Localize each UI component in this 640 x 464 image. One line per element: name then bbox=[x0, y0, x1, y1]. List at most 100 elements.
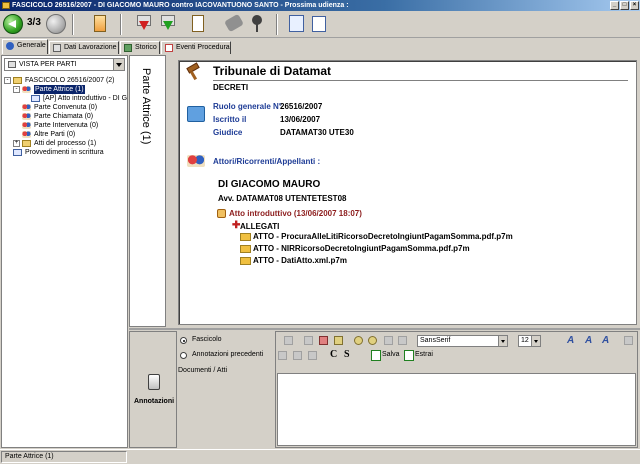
window-title: FASCICOLO 26516/2007 - DI GIACOMO MAURO … bbox=[12, 2, 349, 9]
tree-node-label: Parte Attrice (1) bbox=[34, 85, 85, 94]
font-size-select[interactable]: 12 bbox=[518, 335, 541, 347]
edit-note-icon[interactable] bbox=[289, 15, 304, 32]
document-icon[interactable] bbox=[192, 15, 204, 32]
s-format-button[interactable]: S bbox=[344, 349, 350, 360]
detail-panel: Tribunale di Datamat DECRETI Ruolo gener… bbox=[178, 60, 637, 325]
main-toolbar: 3/3 bbox=[0, 11, 640, 38]
horizontal-splitter[interactable] bbox=[129, 328, 640, 330]
font-grow-icon[interactable]: A bbox=[585, 335, 592, 346]
people-icon bbox=[22, 122, 31, 129]
atto-link[interactable]: Atto introduttivo (13/06/2007 18:07) bbox=[229, 209, 362, 218]
settings-icon[interactable] bbox=[624, 336, 633, 345]
title-divider bbox=[213, 80, 628, 81]
font-shrink-icon[interactable]: A bbox=[602, 335, 609, 346]
print-icon[interactable] bbox=[284, 336, 293, 345]
calendar-icon bbox=[165, 44, 173, 52]
download-green-icon[interactable] bbox=[159, 15, 177, 33]
save-button[interactable]: Salva bbox=[371, 350, 400, 361]
download-red-icon[interactable] bbox=[135, 15, 153, 33]
tree-node-label: Parte Intervenuta (0) bbox=[34, 122, 99, 129]
cut-icon[interactable] bbox=[319, 336, 328, 345]
fascicolo-icon[interactable] bbox=[94, 15, 106, 32]
nav-forward-button[interactable] bbox=[46, 14, 66, 34]
window-controls: _ □ × bbox=[610, 1, 639, 10]
extract-button[interactable]: Estrai bbox=[404, 350, 433, 361]
chevron-down-icon[interactable] bbox=[113, 59, 124, 70]
tree-node[interactable]: [AP] Atto introduttivo - DI G bbox=[4, 94, 127, 103]
expand-icon[interactable]: + bbox=[13, 140, 20, 147]
nav-back-button[interactable] bbox=[3, 14, 23, 34]
align-left-icon[interactable] bbox=[278, 351, 287, 360]
font-family-value: SansSerif bbox=[420, 337, 451, 344]
font-size-value: 12 bbox=[521, 337, 529, 344]
find-icon[interactable] bbox=[384, 336, 393, 345]
tree-node-label: Parte Convenuta (0) bbox=[34, 104, 98, 111]
collapse-icon[interactable]: - bbox=[13, 86, 20, 93]
close-button[interactable]: × bbox=[630, 1, 639, 10]
tab-bar: Generale Dati Lavorazione Storico Eventi… bbox=[0, 39, 640, 54]
radio-fascicolo[interactable] bbox=[180, 337, 187, 344]
folder-icon bbox=[22, 140, 31, 147]
font-color-icon[interactable]: A bbox=[567, 335, 574, 346]
view-select[interactable]: VISTA PER PARTI bbox=[4, 58, 125, 71]
app-icon bbox=[2, 2, 10, 9]
c-format-button[interactable]: C bbox=[330, 349, 337, 360]
party-lawyer: Avv. DATAMAT08 UTENTETEST08 bbox=[218, 194, 347, 203]
tab-label: Eventi Procedura bbox=[176, 44, 230, 51]
minimize-button[interactable]: _ bbox=[610, 1, 619, 10]
allegati-label: ALLEGATI bbox=[240, 222, 280, 231]
tree-node[interactable]: Altre Parti (0) bbox=[4, 130, 127, 139]
undo-icon[interactable] bbox=[354, 336, 363, 345]
notepad-icon bbox=[148, 374, 160, 390]
info-icon bbox=[6, 42, 14, 50]
toolbar-separator bbox=[120, 14, 122, 35]
tab-storico[interactable]: Storico bbox=[120, 41, 160, 54]
chevron-down-icon bbox=[531, 336, 540, 346]
folder-icon bbox=[240, 257, 251, 265]
redo-icon[interactable] bbox=[368, 336, 377, 345]
view-select-value: VISTA PER PARTI bbox=[19, 61, 77, 68]
view-icon bbox=[8, 61, 16, 68]
maximize-button[interactable]: □ bbox=[620, 1, 629, 10]
toolbar-separator bbox=[276, 14, 278, 35]
export-icon[interactable] bbox=[312, 16, 326, 32]
align-center-icon[interactable] bbox=[293, 351, 302, 360]
tree-node[interactable]: Provvedimenti in scrittura bbox=[4, 148, 127, 157]
tree-node[interactable]: - FASCICOLO 26516/2007 (2) bbox=[4, 76, 127, 85]
paste-icon[interactable] bbox=[334, 336, 343, 345]
tree-node-label: Altre Parti (0) bbox=[34, 131, 76, 138]
tree-node[interactable]: - Parte Attrice (1) bbox=[4, 85, 127, 94]
align-right-icon[interactable] bbox=[308, 351, 317, 360]
attachment-link[interactable]: ATTO - DatiAtto.xml.p7m bbox=[253, 256, 347, 265]
radio-annotazioni-precedenti[interactable] bbox=[180, 352, 187, 359]
attachment-link[interactable]: ATTO - ProcuraAlleLitiRicorsoDecretoIngi… bbox=[253, 232, 513, 241]
tree-node-label: Parte Chiamata (0) bbox=[34, 113, 94, 120]
tab-generale[interactable]: Generale bbox=[2, 39, 48, 54]
left-tree-panel: VISTA PER PARTI - FASCICOLO 26516/2007 (2… bbox=[1, 55, 128, 448]
radio-fascicolo-label: Fascicolo bbox=[192, 336, 222, 343]
tree-node[interactable]: Parte Chiamata (0) bbox=[4, 112, 127, 121]
copy-icon[interactable] bbox=[304, 336, 313, 345]
tab-label: Storico bbox=[135, 44, 157, 51]
tree-node[interactable]: Parte Intervenuta (0) bbox=[4, 121, 127, 130]
wrench-icon[interactable] bbox=[224, 13, 244, 33]
tree-node[interactable]: Parte Convenuta (0) bbox=[4, 103, 127, 112]
attachment-link[interactable]: ATTO - NIRRicorsoDecretoIngiuntPagamSomm… bbox=[253, 244, 470, 253]
tree-node[interactable]: + Atti del processo (1) bbox=[4, 139, 127, 148]
meta-value: DATAMAT30 UTE30 bbox=[280, 128, 354, 137]
party-vertical-label: Parte Attrice (1) bbox=[140, 68, 152, 145]
folder-search-icon bbox=[187, 106, 205, 122]
replace-icon[interactable] bbox=[398, 336, 407, 345]
folder-icon bbox=[240, 233, 251, 241]
annotation-text-area[interactable] bbox=[277, 373, 636, 446]
font-family-select[interactable]: SansSerif bbox=[417, 335, 508, 347]
people-icon bbox=[22, 86, 31, 93]
tab-dati-lavorazione[interactable]: Dati Lavorazione bbox=[49, 41, 119, 54]
pin-needle-icon bbox=[256, 24, 258, 32]
status-text: Parte Attrice (1) bbox=[1, 451, 127, 463]
tab-eventi-procedura[interactable]: Eventi Procedura bbox=[161, 41, 231, 54]
meta-label: Ruolo generale N° bbox=[213, 102, 282, 111]
meta-value: 26516/2007 bbox=[280, 102, 323, 111]
collapse-icon[interactable]: - bbox=[4, 77, 11, 84]
tab-label: Generale bbox=[17, 42, 46, 49]
